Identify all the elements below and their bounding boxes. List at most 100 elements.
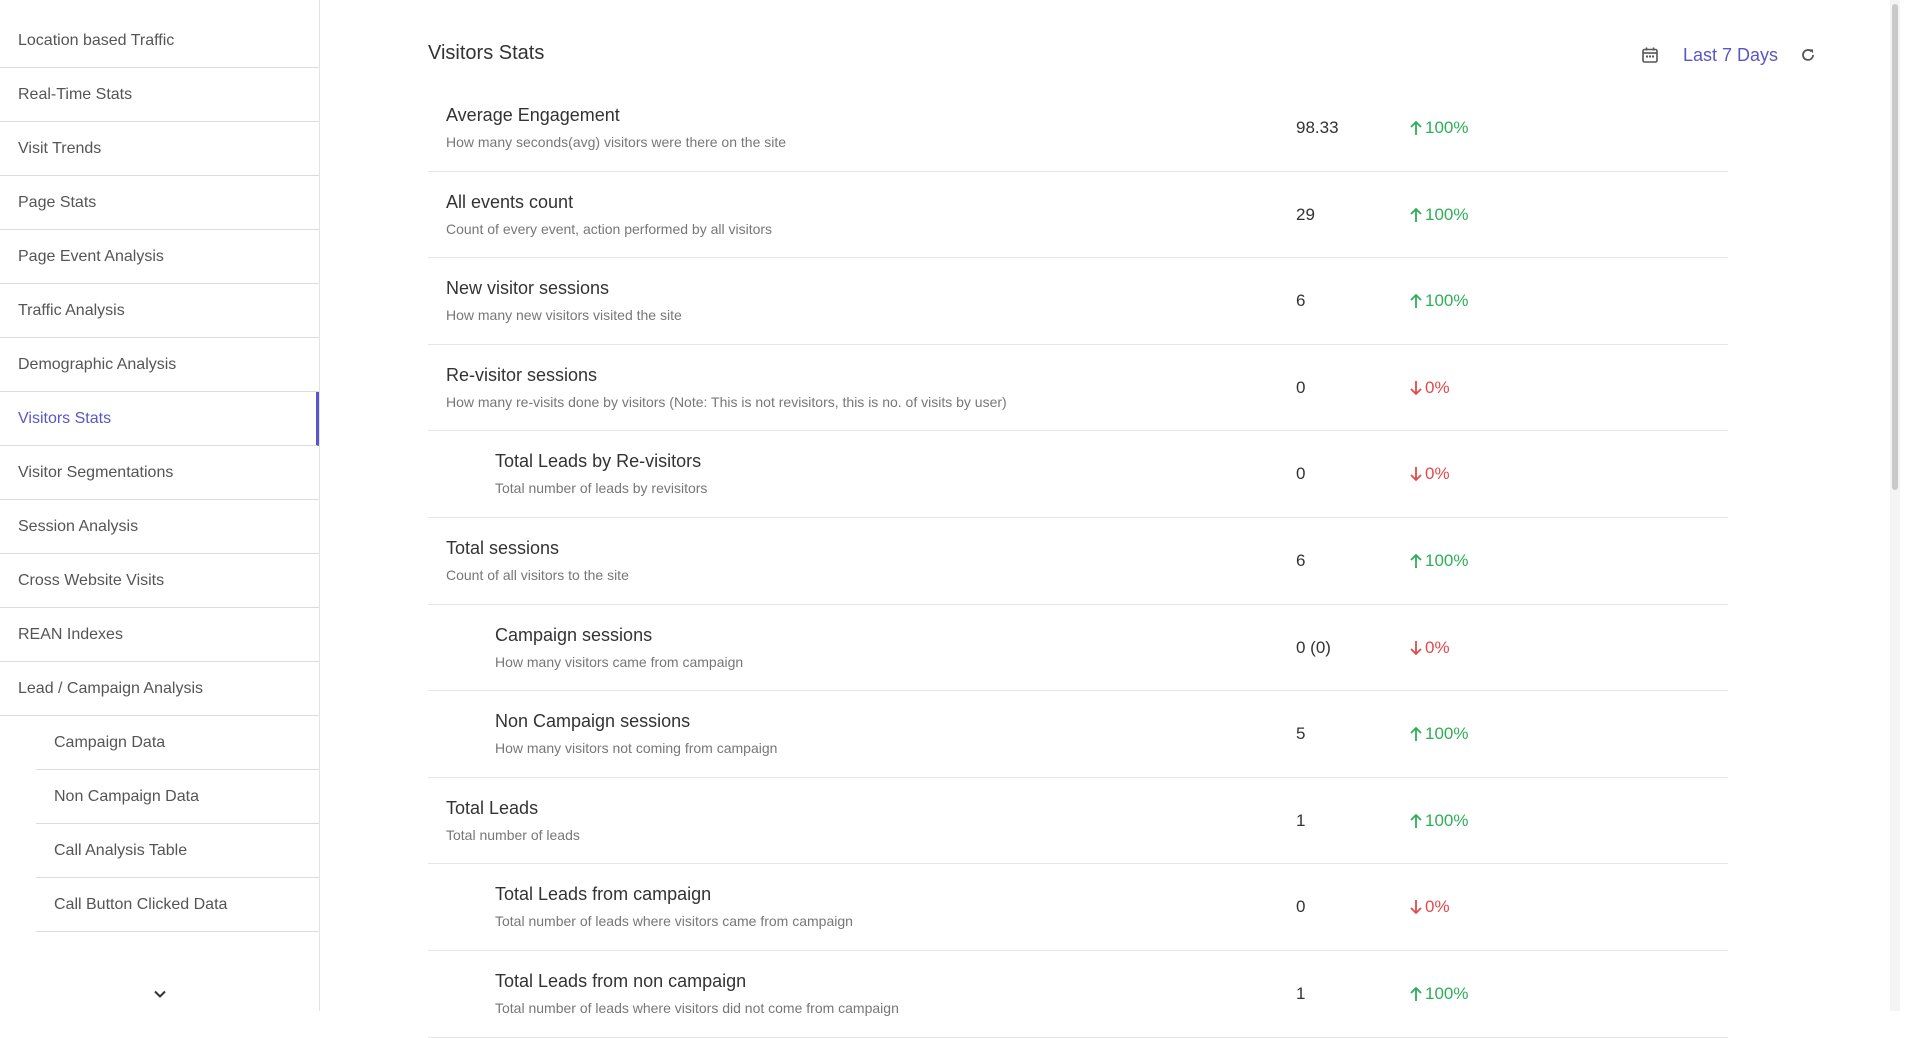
sidebar-subitem-non-campaign-data[interactable]: Non Campaign Data bbox=[36, 770, 319, 824]
stat-title: Non Campaign sessions bbox=[495, 711, 691, 732]
sidebar-subitem-call-button-clicked-data[interactable]: Call Button Clicked Data bbox=[36, 878, 319, 932]
arrow-up-icon bbox=[1410, 120, 1422, 135]
sidebar-item-visit-trends[interactable]: Visit Trends bbox=[0, 122, 319, 176]
sidebar-item-visitors-stats[interactable]: Visitors Stats bbox=[0, 392, 319, 446]
stat-description: Count of all visitors to the site bbox=[446, 566, 629, 583]
stats-header: Visitors Stats Last 7 Days bbox=[428, 40, 1818, 70]
calendar-icon[interactable] bbox=[1639, 44, 1661, 66]
sidebar-item-rean-indexes[interactable]: REAN Indexes bbox=[0, 608, 319, 662]
date-range-selector[interactable]: Last 7 Days bbox=[1683, 45, 1778, 66]
stat-change: 0% bbox=[1408, 897, 1450, 917]
arrow-up-icon bbox=[1410, 986, 1422, 1001]
refresh-icon[interactable] bbox=[1798, 45, 1818, 65]
stat-change: 100% bbox=[1408, 291, 1468, 311]
arrow-up-icon bbox=[1410, 813, 1422, 828]
stat-row: Total sessions Count of all visitors to t… bbox=[428, 518, 1728, 605]
stat-row: Average Engagement How many seconds(avg) … bbox=[428, 85, 1728, 172]
stat-description: Total number of leads where visitors did… bbox=[495, 999, 899, 1016]
stat-description: Total number of leads by revisitors bbox=[495, 480, 708, 497]
arrow-down-icon bbox=[1410, 467, 1422, 482]
stat-row: Total Leads from non campaign Total numbe… bbox=[428, 951, 1728, 1038]
stat-title: Total sessions bbox=[446, 537, 560, 558]
stat-change-value: 100% bbox=[1425, 291, 1469, 311]
stat-description: How many seconds(avg) visitors were ther… bbox=[446, 134, 787, 150]
stat-description: How many visitors not coming from campai… bbox=[495, 740, 778, 757]
stat-value: 0 (0) bbox=[1296, 637, 1331, 657]
stat-value: 0 bbox=[1296, 464, 1306, 484]
stat-row: Total Leads by Re-visitors Total number o… bbox=[428, 431, 1728, 518]
page-scrollbar[interactable] bbox=[1890, 0, 1900, 1011]
stat-row: Total Leads Total number of leads 1 100% bbox=[428, 778, 1728, 865]
stat-value: 1 bbox=[1296, 810, 1306, 830]
scrollbar-thumb[interactable] bbox=[1892, 4, 1898, 490]
sidebar-subitem-call-analysis-table[interactable]: Call Analysis Table bbox=[36, 824, 319, 878]
sidebar-item-page-event-analysis[interactable]: Page Event Analysis bbox=[0, 230, 319, 284]
sidebar-item-page-stats[interactable]: Page Stats bbox=[0, 176, 319, 230]
stat-value: 98.33 bbox=[1296, 118, 1339, 137]
stat-description: How many re-visits done by visitors (Not… bbox=[446, 393, 1007, 410]
stat-change-value: 100% bbox=[1425, 550, 1469, 570]
arrow-down-icon bbox=[1410, 380, 1422, 396]
stat-row: New visitor sessions How many new visitor… bbox=[428, 258, 1728, 345]
page-title: Visitors Stats bbox=[428, 42, 545, 64]
stat-row: Non Campaign sessions How many visitors n… bbox=[428, 691, 1728, 778]
sidebar-item-real-time-stats[interactable]: Real-Time Stats bbox=[0, 68, 319, 122]
arrow-up-icon bbox=[1410, 207, 1422, 222]
arrow-down-icon bbox=[1410, 900, 1422, 915]
arrow-up-icon bbox=[1410, 726, 1422, 742]
stat-row: All events count Count of every event, ac… bbox=[428, 172, 1728, 259]
sidebar-item-cross-website-visits[interactable]: Cross Website Visits bbox=[0, 554, 319, 608]
stat-change-value: 100% bbox=[1425, 983, 1469, 1003]
stat-change-value: 0% bbox=[1425, 464, 1450, 484]
stat-change: 100% bbox=[1408, 811, 1468, 831]
stat-title: Re-visitor sessions bbox=[446, 364, 598, 385]
stat-change-value: 0% bbox=[1425, 637, 1450, 657]
stat-change: 100% bbox=[1408, 205, 1468, 225]
stat-change: 0% bbox=[1408, 638, 1450, 658]
stat-title: Total Leads bbox=[446, 797, 539, 818]
sidebar-nav: Location based Traffic Real-Time Stats V… bbox=[0, 14, 319, 932]
stat-value: 0 bbox=[1296, 377, 1306, 397]
stat-value: 6 bbox=[1296, 291, 1306, 311]
stat-value: 29 bbox=[1296, 204, 1315, 224]
stat-title: Campaign sessions bbox=[495, 624, 653, 645]
stat-title: Total Leads by Re-visitors bbox=[495, 451, 702, 472]
stat-change-value: 100% bbox=[1425, 118, 1469, 137]
chevron-down-icon[interactable] bbox=[150, 984, 170, 1004]
stat-change: 0% bbox=[1408, 378, 1450, 398]
stat-title: Total Leads from campaign bbox=[495, 884, 712, 905]
stat-value: 0 bbox=[1296, 897, 1306, 917]
sidebar-subitem-campaign-data[interactable]: Campaign Data bbox=[36, 716, 319, 770]
stat-description: Total number of leads bbox=[446, 826, 580, 843]
stat-title: All events count bbox=[446, 191, 574, 212]
stat-description: Total number of leads where visitors cam… bbox=[495, 913, 853, 930]
stat-title: Average Engagement bbox=[446, 105, 620, 125]
stat-value: 1 bbox=[1296, 983, 1306, 1003]
stat-description: How many new visitors visited the site bbox=[446, 307, 682, 324]
stat-description: How many visitors came from campaign bbox=[495, 653, 744, 670]
main-content: Visitors Stats Last 7 Days Average Engag… bbox=[320, 0, 1900, 1038]
stat-title: Total Leads from non campaign bbox=[495, 970, 747, 991]
stat-change: 0% bbox=[1408, 464, 1450, 484]
sidebar-item-traffic-analysis[interactable]: Traffic Analysis bbox=[0, 284, 319, 338]
stat-description: Count of every event, action performed b… bbox=[446, 220, 773, 237]
stat-change-value: 100% bbox=[1425, 204, 1469, 224]
stat-title: New visitor sessions bbox=[446, 278, 610, 299]
stat-row: Campaign sessions How many visitors came … bbox=[428, 605, 1728, 692]
sidebar-item-lead-campaign-analysis[interactable]: Lead / Campaign Analysis bbox=[0, 662, 319, 716]
stat-value: 5 bbox=[1296, 724, 1306, 744]
sidebar-item-visitor-segmentations[interactable]: Visitor Segmentations bbox=[0, 446, 319, 500]
stat-change-value: 0% bbox=[1425, 377, 1450, 397]
stat-value: 6 bbox=[1296, 550, 1306, 570]
stat-row: Re-visitor sessions How many re-visits do… bbox=[428, 345, 1728, 432]
arrow-up-icon bbox=[1410, 293, 1422, 309]
sidebar-item-location-based-traffic[interactable]: Location based Traffic bbox=[0, 14, 319, 68]
stat-change: 100% bbox=[1408, 551, 1468, 571]
stat-change: 100% bbox=[1408, 984, 1468, 1004]
visitor-stats-list: Average Engagement How many seconds(avg) … bbox=[428, 85, 1728, 1038]
arrow-down-icon bbox=[1410, 640, 1422, 655]
sidebar-item-session-analysis[interactable]: Session Analysis bbox=[0, 500, 319, 554]
sidebar-item-demographic-analysis[interactable]: Demographic Analysis bbox=[0, 338, 319, 392]
stat-change-value: 100% bbox=[1425, 810, 1469, 830]
stat-change: 100% bbox=[1408, 118, 1468, 138]
